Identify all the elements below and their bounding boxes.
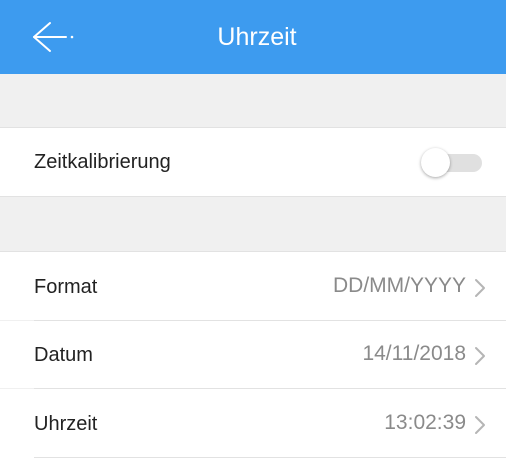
divider [0, 196, 506, 197]
time-row[interactable]: Uhrzeit 13:02:39 [0, 389, 506, 459]
time-value: 13:02:39 [384, 411, 466, 434]
page-title: Uhrzeit [217, 22, 297, 51]
back-button[interactable] [26, 19, 78, 55]
chevron-right-icon [475, 279, 485, 297]
time-label: Uhrzeit [34, 413, 98, 435]
section-spacer [0, 74, 506, 127]
navigation-bar: Uhrzeit [0, 0, 506, 74]
calibration-label: Zeitkalibrierung [34, 151, 171, 173]
arrow-left-icon [33, 22, 74, 52]
date-label: Datum [34, 344, 93, 366]
toggle-knob [421, 148, 450, 177]
calibration-toggle[interactable] [421, 148, 483, 178]
time-settings-screen: Uhrzeit Zeitkalibrierung Format DD/MM/YY… [0, 0, 506, 459]
date-value: 14/11/2018 [362, 342, 466, 365]
format-value: DD/MM/YYYY [332, 274, 466, 297]
format-row[interactable]: Format DD/MM/YYYY [0, 252, 506, 320]
format-label: Format [34, 276, 98, 298]
chevron-right-icon [475, 347, 485, 365]
chevron-right-icon [475, 416, 485, 434]
date-row[interactable]: Datum 14/11/2018 [0, 321, 506, 388]
calibration-row[interactable]: Zeitkalibrierung [0, 128, 506, 196]
divider [34, 457, 506, 458]
